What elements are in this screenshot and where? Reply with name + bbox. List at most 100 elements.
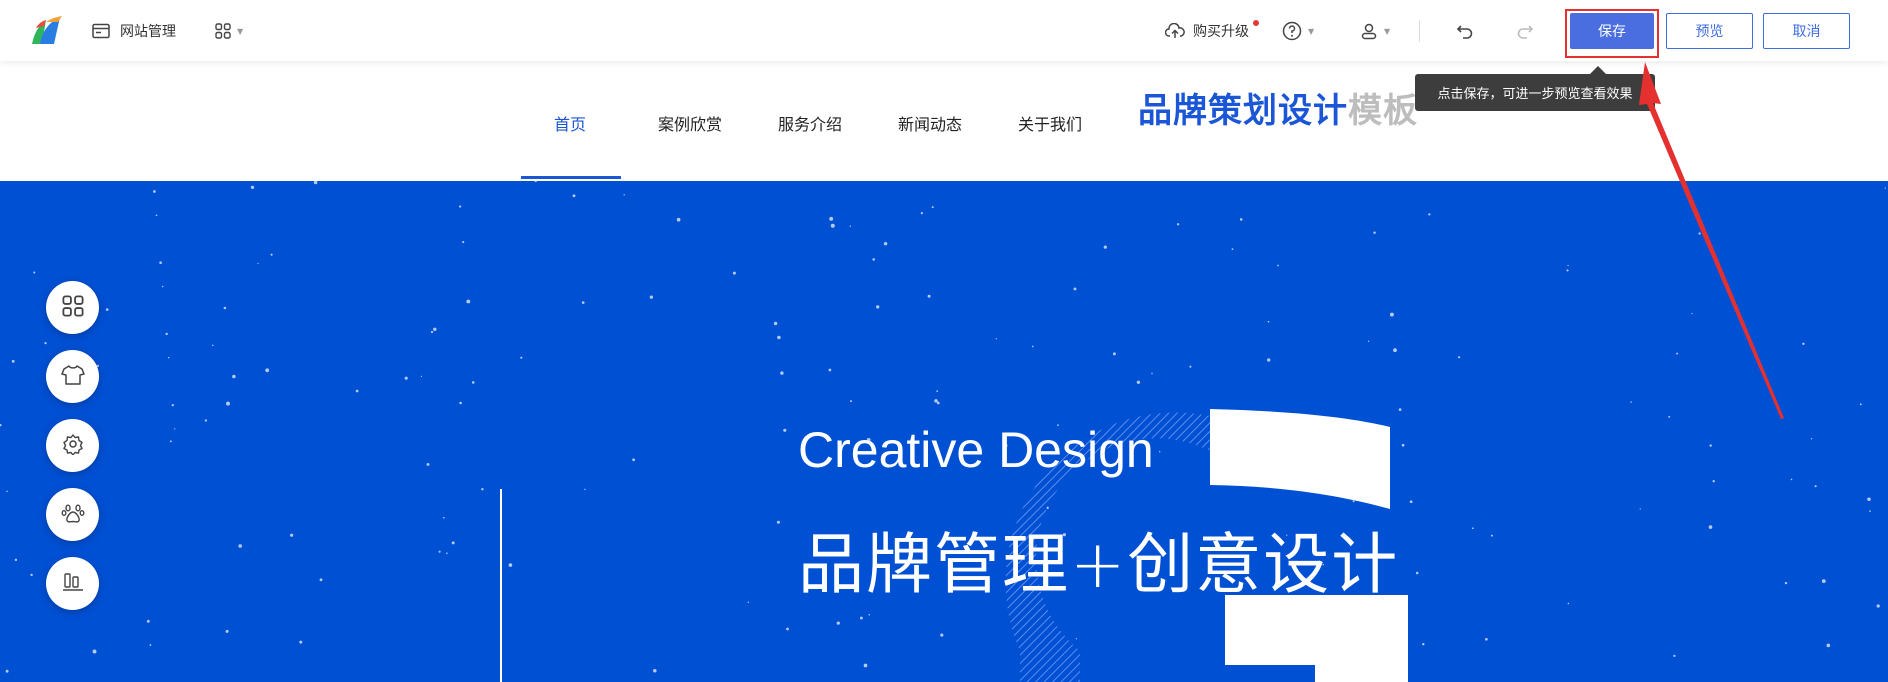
- hero-star: [1708, 525, 1713, 529]
- hero-star: [1490, 534, 1493, 537]
- hero-star: [649, 295, 654, 299]
- hero-star: [676, 217, 681, 222]
- hero-star: [863, 663, 868, 668]
- editor-toolbar: 网站管理 ▼ 购买升级 ▼ ▼ 保存 预览 取消: [0, 0, 1888, 61]
- paw-icon: [61, 502, 85, 528]
- hero-star: [581, 301, 585, 304]
- hero-star: [828, 368, 832, 372]
- hero-star: [572, 194, 576, 198]
- save-button[interactable]: 保存: [1570, 13, 1654, 49]
- nav-active-indicator: [521, 176, 621, 179]
- hero-star: [1409, 500, 1413, 504]
- shirt-icon: [60, 364, 85, 390]
- hero-banner: Creative Design 品牌管理+创意设计: [0, 181, 1888, 682]
- hero-star: [780, 371, 784, 375]
- hero-star: [1821, 579, 1826, 583]
- side-tool-settings[interactable]: [46, 419, 99, 472]
- side-tool-baidu[interactable]: [46, 488, 99, 541]
- hero-star: [623, 194, 625, 196]
- hero-star: [1401, 443, 1405, 447]
- hero-star: [1267, 320, 1270, 323]
- hero-star: [1630, 401, 1632, 403]
- hero-title-en: Creative Design: [798, 422, 1154, 478]
- nav-item-news[interactable]: 新闻动态: [898, 111, 962, 135]
- hero-star: [1239, 218, 1243, 221]
- hero-star: [299, 640, 303, 644]
- redo-button[interactable]: [1516, 18, 1534, 44]
- hero-star: [1869, 510, 1871, 512]
- hero-star: [433, 327, 437, 332]
- hero-star: [5, 669, 9, 673]
- hero-star: [786, 627, 789, 631]
- hero-star: [250, 185, 255, 190]
- user-menu[interactable]: ▼: [1360, 18, 1390, 44]
- redo-icon: [1516, 23, 1534, 39]
- preview-button[interactable]: 预览: [1666, 13, 1753, 49]
- side-tool-components[interactable]: [46, 557, 99, 610]
- undo-button[interactable]: [1456, 18, 1474, 44]
- help-icon: [1282, 21, 1302, 41]
- nav-item-home[interactable]: 首页: [554, 111, 586, 135]
- hero-star: [225, 629, 229, 633]
- hero-star: [1691, 312, 1693, 315]
- hero-star: [165, 332, 168, 336]
- nav-item-services[interactable]: 服务介绍: [778, 111, 842, 135]
- hero-star: [14, 558, 18, 562]
- toolbar-divider: [1419, 20, 1420, 42]
- hero-star: [1159, 451, 1161, 453]
- hero-star: [1073, 287, 1077, 291]
- hero-title-cn: 品牌管理+创意设计: [798, 526, 1400, 603]
- hero-star: [265, 368, 270, 373]
- hero-divider-line: [500, 489, 502, 682]
- hero-star: [773, 321, 778, 326]
- hero-star: [1367, 340, 1370, 342]
- hero-star: [508, 563, 513, 567]
- hero-star: [995, 338, 997, 340]
- buy-upgrade-button[interactable]: 购买升级: [1165, 18, 1249, 44]
- hero-star: [1031, 345, 1034, 348]
- hero-star: [105, 308, 109, 311]
- hero-star: [1103, 245, 1107, 249]
- hero-star: [584, 488, 586, 491]
- help-menu[interactable]: ▼: [1282, 18, 1314, 44]
- nav-item-cases[interactable]: 案例欣赏: [658, 111, 722, 135]
- hero-star: [868, 613, 871, 616]
- apps-icon: [61, 294, 84, 321]
- hero-star: [159, 261, 162, 264]
- side-tool-theme[interactable]: [46, 350, 99, 403]
- chevron-down-icon: ▼: [1384, 26, 1391, 36]
- apps-menu[interactable]: ▼: [215, 18, 243, 44]
- hero-star: [632, 458, 635, 462]
- site-manage-menu[interactable]: 网站管理: [92, 18, 176, 44]
- hero-star: [920, 212, 924, 215]
- side-tool-apps[interactable]: [46, 281, 99, 334]
- hero-star: [1151, 372, 1153, 375]
- nav-item-about[interactable]: 关于我们: [1018, 111, 1082, 135]
- buy-upgrade-label: 购买升级: [1193, 24, 1249, 40]
- hero-star: [1566, 269, 1569, 272]
- hero-star: [1567, 264, 1569, 267]
- hero-star: [1422, 642, 1425, 646]
- hero-star: [161, 285, 164, 288]
- hero-star: [1698, 232, 1701, 235]
- hero-star: [11, 359, 15, 363]
- tooltip-arrow: [1590, 66, 1606, 74]
- apps-icon: [215, 23, 231, 39]
- site-manage-icon: [92, 23, 110, 39]
- hero-star: [1639, 508, 1641, 510]
- hero-star: [940, 633, 944, 637]
- hero-star: [426, 462, 430, 466]
- hero-star: [1231, 248, 1234, 251]
- hero-star: [1673, 654, 1676, 658]
- hero-star: [876, 305, 880, 309]
- components-icon: [62, 571, 84, 597]
- user-icon: [1360, 22, 1378, 40]
- cancel-button[interactable]: 取消: [1763, 13, 1850, 49]
- logo[interactable]: [28, 14, 64, 48]
- hero-star: [459, 205, 462, 208]
- chevron-down-icon: ▼: [237, 26, 244, 36]
- hero-star: [6, 490, 8, 493]
- hero-star: [442, 516, 445, 519]
- hero-star: [171, 403, 174, 407]
- hero-star: [520, 356, 523, 359]
